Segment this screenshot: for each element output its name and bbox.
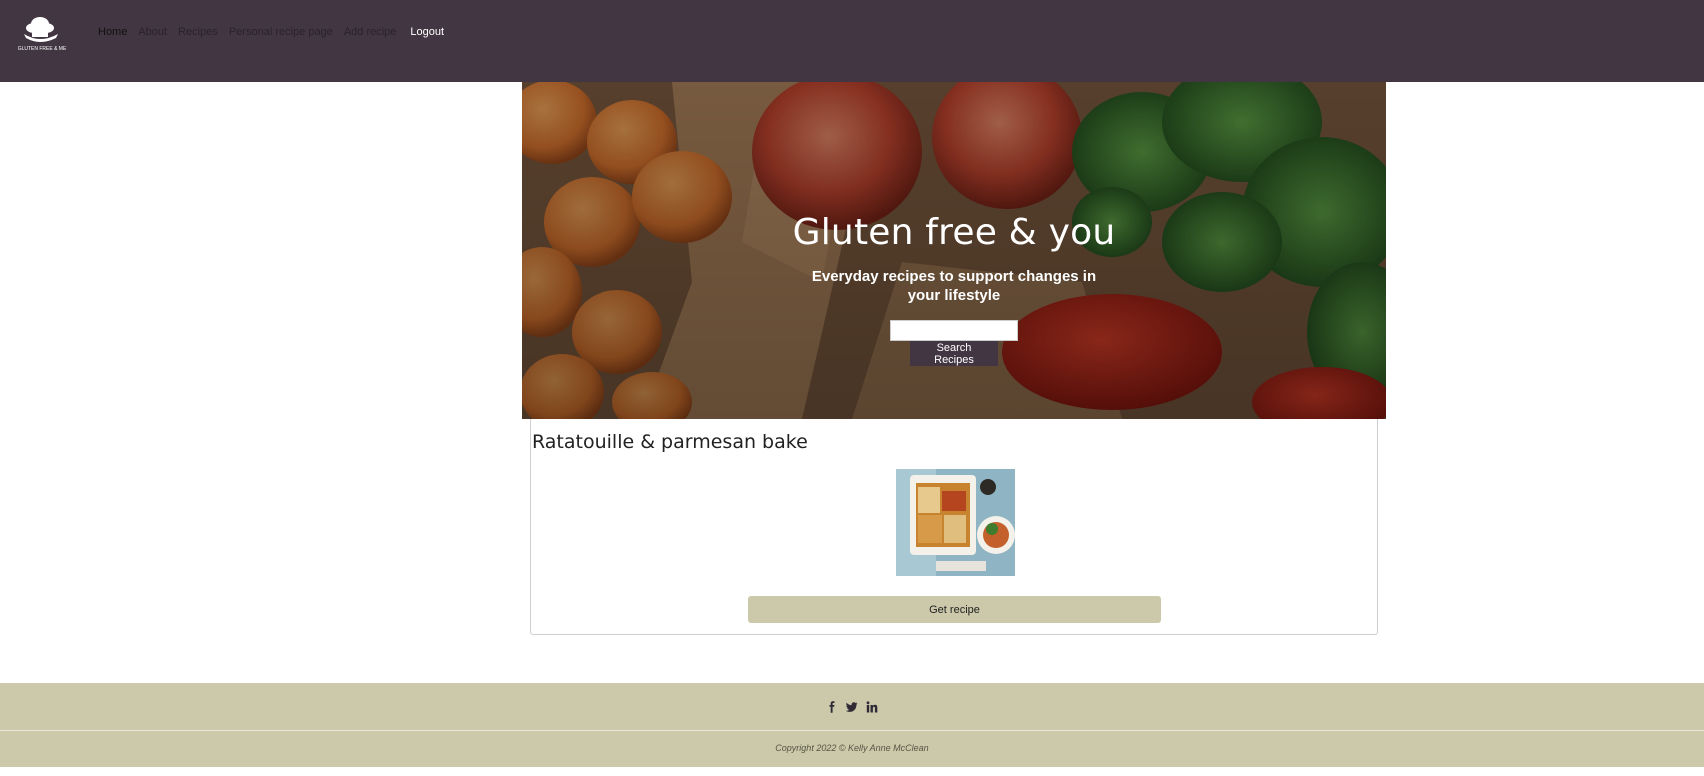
hero-title: Gluten free & you	[792, 212, 1116, 253]
recipe-title: Ratatouille & parmesan bake	[532, 431, 808, 453]
copyright-text: Copyright 2022 © Kelly Anne McClean	[775, 743, 929, 753]
nav-add-recipe[interactable]: Add recipe	[344, 26, 397, 38]
linkedin-icon[interactable]	[865, 700, 879, 714]
hero-subtitle: Everyday recipes to support changes in y…	[811, 268, 1097, 304]
search-input[interactable]	[890, 320, 1018, 341]
nav-home[interactable]: Home	[98, 26, 127, 38]
twitter-icon[interactable]	[845, 700, 859, 714]
navbar: GLUTEN FREE & ME Home About Recipes Pers…	[0, 0, 1704, 82]
nav-about[interactable]: About	[138, 26, 167, 38]
hero-content: Gluten free & you Everyday recipes to su…	[522, 82, 1386, 419]
recipe-image	[896, 469, 1015, 576]
svg-text:GLUTEN FREE & ME: GLUTEN FREE & ME	[18, 46, 67, 52]
recipe-photo	[896, 469, 1015, 576]
footer: Copyright 2022 © Kelly Anne McClean	[0, 683, 1704, 767]
facebook-icon[interactable]	[825, 700, 839, 714]
hero-banner: Gluten free & you Everyday recipes to su…	[522, 82, 1386, 419]
recipe-card: Ratatouille & parmesan bake Get recipe	[530, 419, 1378, 635]
get-recipe-button[interactable]: Get recipe	[748, 596, 1161, 623]
nav-links: Home About Recipes Personal recipe page …	[98, 26, 455, 38]
chef-hat-icon: GLUTEN FREE & ME	[18, 17, 67, 52]
nav-personal-recipe-page[interactable]: Personal recipe page	[229, 26, 333, 38]
search-recipes-button[interactable]: Search Recipes	[910, 341, 998, 366]
nav-logout[interactable]: Logout	[410, 26, 444, 38]
nav-recipes[interactable]: Recipes	[178, 26, 218, 38]
social-links	[0, 683, 1704, 731]
site-logo[interactable]: GLUTEN FREE & ME	[14, 14, 70, 54]
